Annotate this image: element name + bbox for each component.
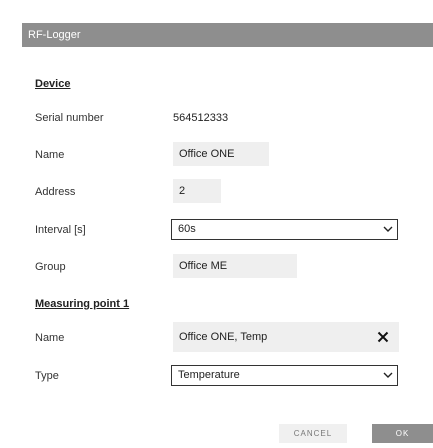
close-icon[interactable]: [377, 331, 389, 343]
device-name-field[interactable]: Office ONE: [173, 142, 269, 166]
address-field[interactable]: 2: [173, 179, 221, 203]
mp-type-label: Type: [35, 370, 59, 382]
type-select-value: Temperature: [178, 369, 240, 381]
serial-number-value: 564512333: [173, 112, 229, 124]
device-name-label: Name: [35, 149, 65, 161]
type-select[interactable]: Temperature: [171, 365, 398, 386]
group-field: Office ME: [173, 254, 297, 278]
cancel-button[interactable]: CANCEL: [279, 424, 347, 443]
serial-number-label: Serial number: [35, 112, 104, 124]
mp-name-label: Name: [35, 332, 65, 344]
interval-label: Interval [s]: [35, 224, 86, 236]
interval-select-value: 60s: [178, 223, 196, 235]
chevron-down-icon: [383, 372, 393, 378]
dialog-title: RF-Logger: [22, 23, 433, 47]
measuring-point-heading: Measuring point 1: [35, 298, 130, 310]
group-label: Group: [35, 261, 66, 273]
address-label: Address: [35, 186, 76, 198]
chevron-down-icon: [383, 226, 393, 232]
device-heading: Device: [35, 78, 71, 90]
mp-name-input-value: Office ONE, Temp: [179, 331, 268, 343]
mp-name-input[interactable]: Office ONE, Temp: [173, 322, 399, 352]
interval-select[interactable]: 60s: [171, 219, 398, 240]
ok-button[interactable]: OK: [372, 424, 433, 443]
rf-logger-dialog: RF-Logger Device Serial number 564512333…: [22, 23, 433, 448]
